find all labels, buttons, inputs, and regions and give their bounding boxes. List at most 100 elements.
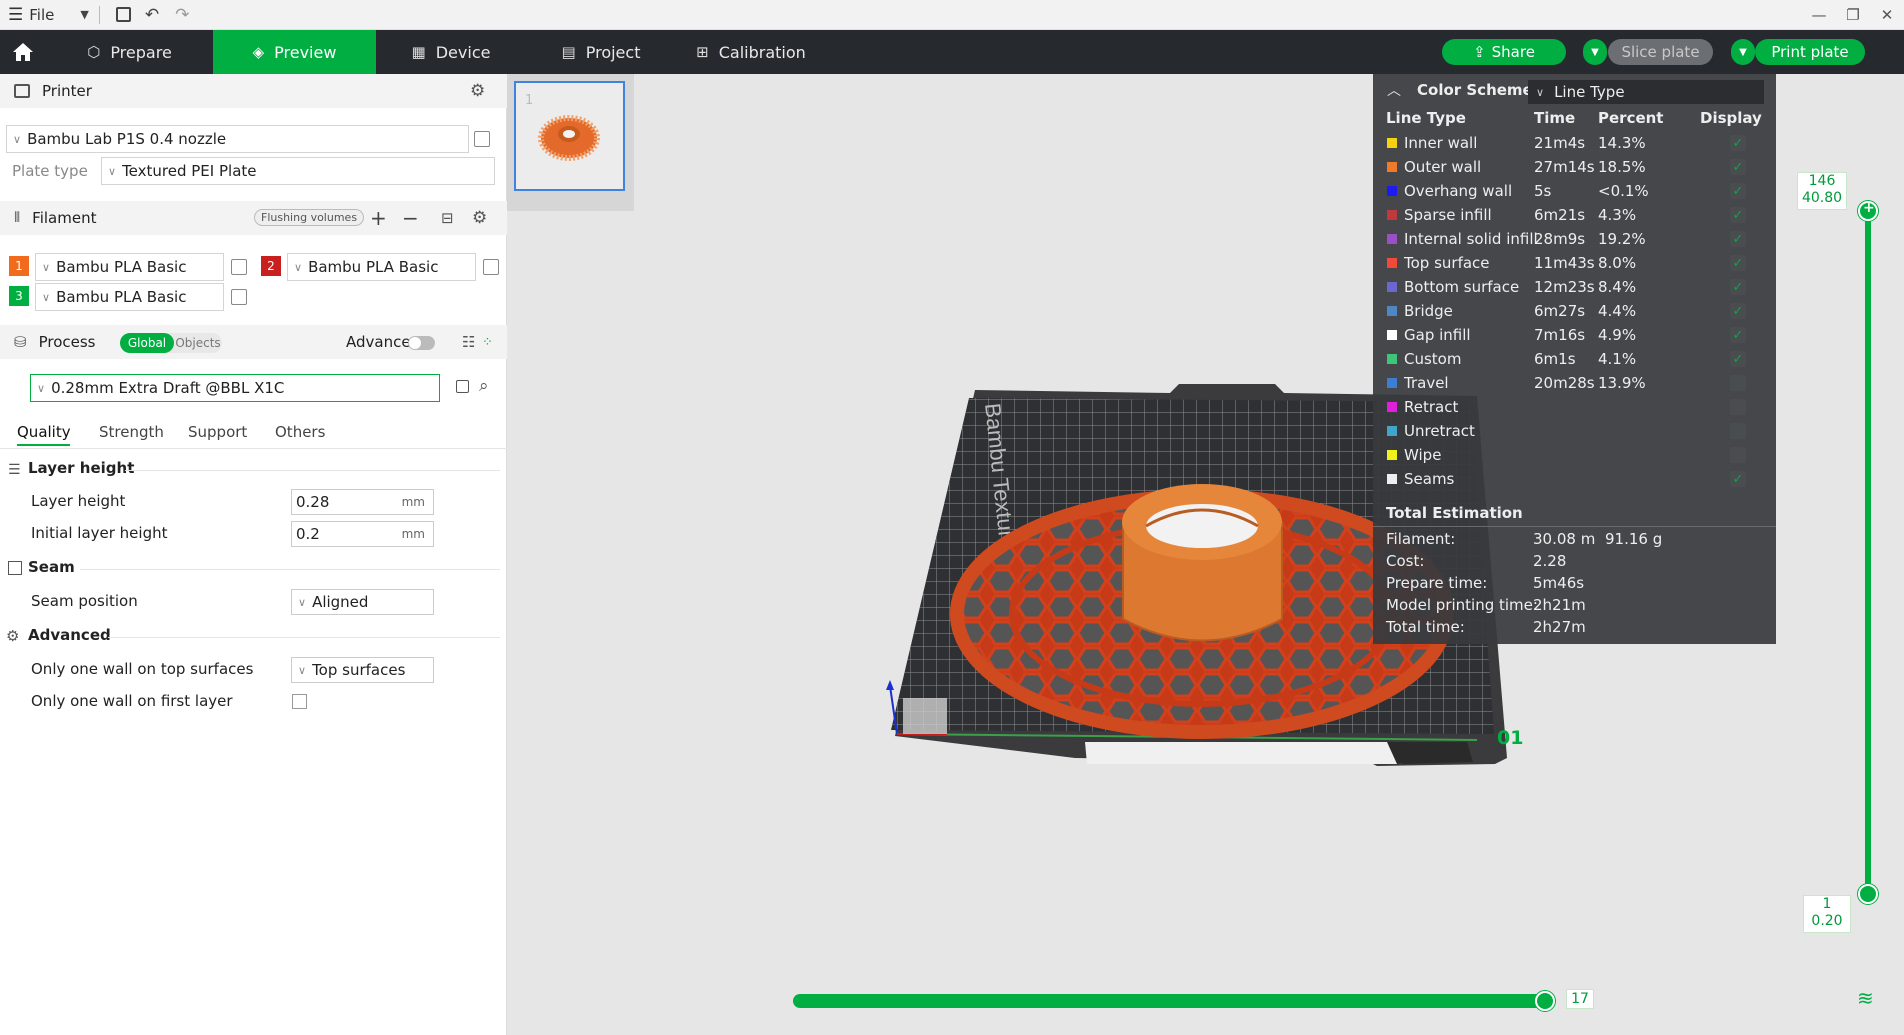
chevron-down-icon[interactable]: ▼ — [80, 8, 88, 21]
advance-switch[interactable] — [408, 336, 435, 350]
legend-swatch — [1387, 234, 1397, 244]
filament-slot-3-badge[interactable]: 3 — [9, 286, 29, 306]
chevron-down-icon: ∨ — [108, 164, 117, 178]
subtab-others[interactable]: Others — [275, 423, 325, 441]
seam-position-select[interactable]: ∨ Aligned — [291, 589, 434, 615]
initial-layer-height-unit: mm — [401, 527, 425, 541]
legend-row: Outer wall 27m14s 18.5% ✓ — [1373, 155, 1776, 179]
filament-slot-1-badge[interactable]: 1 — [9, 256, 29, 276]
move-slider-handle[interactable] — [1535, 991, 1555, 1011]
objects-toggle-option[interactable]: Objects — [174, 333, 222, 353]
save-profile-icon[interactable] — [456, 380, 469, 393]
filament-slot-3-select[interactable]: ∨ Bambu PLA Basic — [35, 283, 224, 311]
process-section-title: Process — [38, 333, 96, 351]
filament-slot-1-select[interactable]: ∨ Bambu PLA Basic — [35, 253, 224, 281]
legend-display-checkbox[interactable] — [1730, 447, 1746, 463]
legend-display-checkbox[interactable]: ✓ — [1730, 183, 1746, 199]
tab-device[interactable]: ▦ Device — [376, 30, 526, 74]
legend-display-checkbox[interactable]: ✓ — [1730, 351, 1746, 367]
move-slider-track[interactable] — [793, 994, 1548, 1008]
layer-height-input[interactable]: 0.28 mm — [291, 489, 434, 515]
legend-display-checkbox[interactable]: ✓ — [1730, 231, 1746, 247]
collapse-chevron-icon[interactable]: ︿ — [1387, 80, 1401, 100]
redo-icon[interactable]: ↷ — [175, 5, 189, 25]
project-icon: ▤ — [561, 43, 576, 61]
layer-slider-bottom-handle[interactable] — [1858, 884, 1878, 904]
one-wall-top-label: Only one wall on top surfaces — [31, 660, 254, 678]
edit-filament-2-icon[interactable] — [483, 259, 499, 275]
tab-project[interactable]: ▤ Project — [526, 30, 676, 74]
printer-section-header: Printer ⚙ — [0, 74, 507, 108]
global-toggle-option[interactable]: Global — [120, 333, 174, 353]
legend-display-checkbox[interactable]: ✓ — [1730, 207, 1746, 223]
filament-slot-2-select[interactable]: ∨ Bambu PLA Basic — [287, 253, 476, 281]
process-profile-select[interactable]: ∨ 0.28mm Extra Draft @BBL X1C — [30, 374, 440, 402]
legend-swatch — [1387, 402, 1397, 412]
slice-plate-button[interactable]: Slice plate — [1608, 39, 1713, 65]
legend-display-checkbox[interactable] — [1730, 423, 1746, 439]
undo-icon[interactable]: ↶ — [145, 5, 159, 25]
hamburger-icon: ☰ — [8, 4, 24, 25]
minimize-icon[interactable]: — — [1802, 0, 1836, 30]
global-objects-toggle[interactable]: Global Objects — [120, 333, 222, 353]
legend-display-checkbox[interactable]: ✓ — [1730, 255, 1746, 271]
legend-line-type: Top surface — [1404, 254, 1490, 272]
flushing-volumes-button[interactable]: Flushing volumes — [254, 209, 365, 226]
process-list-icon[interactable]: ☷ — [462, 333, 475, 351]
printer-select[interactable]: ∨ Bambu Lab P1S 0.4 nozzle — [6, 125, 469, 153]
gear-icon[interactable]: ⚙ — [470, 81, 485, 101]
edit-filament-3-icon[interactable] — [231, 289, 247, 305]
filament-slot-2-badge[interactable]: 2 — [261, 256, 281, 276]
advanced-group-title: Advanced — [28, 626, 111, 644]
tab-prepare[interactable]: ⬡ Prepare — [46, 30, 213, 74]
print-plate-button[interactable]: Print plate — [1755, 39, 1865, 65]
legend-display-checkbox[interactable]: ✓ — [1730, 279, 1746, 295]
share-button[interactable]: ⇪ Share — [1442, 39, 1566, 65]
restore-icon[interactable]: ❐ — [1836, 0, 1870, 30]
print-dropdown-button[interactable]: ▼ — [1731, 39, 1755, 65]
subtab-strength[interactable]: Strength — [99, 423, 164, 441]
filament-label: Filament: — [1386, 530, 1456, 548]
process-compare-icon[interactable]: ⁘ — [482, 335, 493, 350]
one-wall-top-select[interactable]: ∨ Top surfaces — [291, 657, 434, 683]
chevron-down-icon: ∨ — [298, 595, 307, 609]
legend-display-checkbox[interactable] — [1730, 399, 1746, 415]
one-wall-first-layer-checkbox[interactable] — [292, 694, 307, 709]
legend-display-checkbox[interactable]: ✓ — [1730, 135, 1746, 151]
layer-slider-track[interactable] — [1865, 211, 1871, 894]
file-menu[interactable]: ☰ File — [0, 0, 62, 30]
edit-filament-1-icon[interactable] — [231, 259, 247, 275]
legend-swatch — [1387, 138, 1397, 148]
legend-swatch — [1387, 426, 1397, 436]
legend-display-checkbox[interactable]: ✓ — [1730, 471, 1746, 487]
plate-type-select[interactable]: ∨ Textured PEI Plate — [101, 157, 495, 185]
slice-dropdown-button[interactable]: ▼ — [1583, 39, 1607, 65]
legend-display-checkbox[interactable] — [1730, 375, 1746, 391]
home-button[interactable] — [0, 30, 46, 74]
layers-stack-icon[interactable]: ≋ — [1857, 986, 1874, 1010]
advanced-group-icon: ⚙ — [6, 627, 20, 645]
save-icon[interactable] — [115, 7, 131, 22]
bottom-layer-height: 0.20 — [1811, 913, 1843, 929]
filament-section-title: Filament — [32, 209, 97, 227]
tab-calibration[interactable]: ⊞ Calibration — [676, 30, 826, 74]
legend-display-checkbox[interactable]: ✓ — [1730, 303, 1746, 319]
legend-display-checkbox[interactable]: ✓ — [1730, 159, 1746, 175]
filament-sync-icon[interactable]: ⊟ — [441, 209, 454, 227]
color-scheme-select[interactable]: ∨ Line Type — [1528, 80, 1764, 104]
layer-slider-top-handle[interactable]: + — [1858, 200, 1878, 221]
close-icon[interactable]: ✕ — [1870, 0, 1904, 30]
legend-display-checkbox[interactable]: ✓ — [1730, 327, 1746, 343]
remove-filament-icon[interactable]: − — [402, 206, 419, 230]
add-filament-icon[interactable]: + — [370, 206, 387, 230]
legend-row: Unretract — [1373, 419, 1776, 443]
gear-icon[interactable]: ⚙ — [472, 208, 487, 228]
subtab-quality[interactable]: Quality — [17, 423, 71, 441]
edit-printer-icon[interactable] — [474, 131, 490, 147]
initial-layer-height-input[interactable]: 0.2 mm — [291, 521, 434, 547]
subtab-support[interactable]: Support — [188, 423, 247, 441]
search-icon[interactable]: ⌕ — [479, 376, 489, 396]
legend-row: Bridge 6m27s 4.4% ✓ — [1373, 299, 1776, 323]
filament-section-header: ⦀ Filament Flushing volumes + − ⊟ ⚙ — [0, 201, 507, 235]
tab-preview[interactable]: ◈ Preview — [213, 30, 376, 74]
